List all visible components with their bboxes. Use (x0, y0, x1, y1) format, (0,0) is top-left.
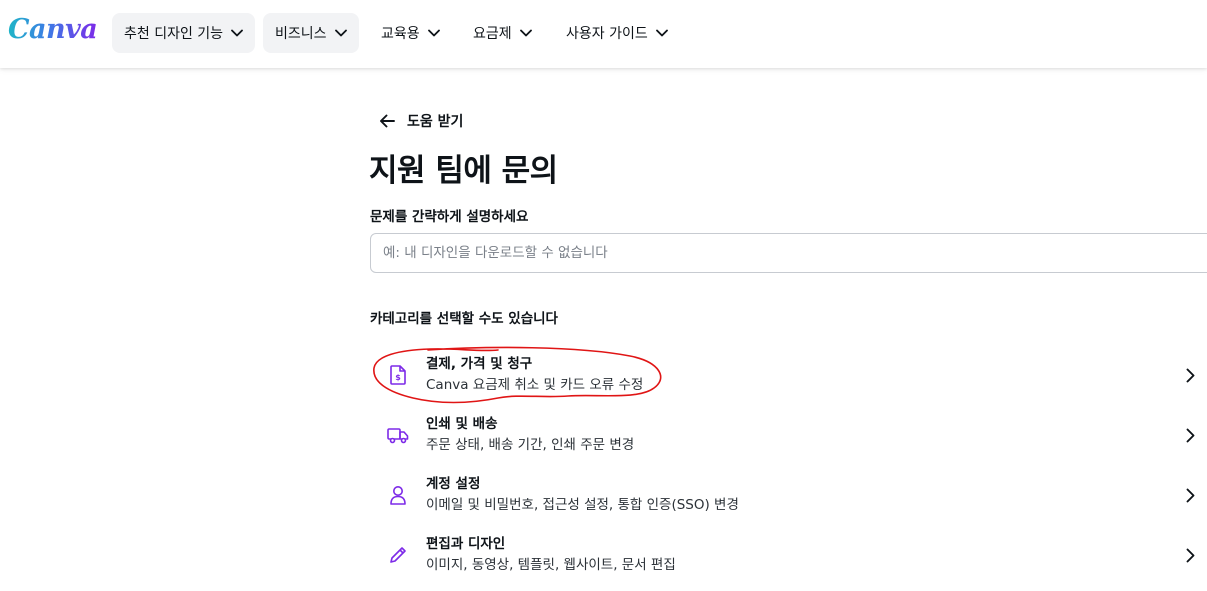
category-title: 결제, 가격 및 청구 (426, 356, 533, 372)
billing-document-icon: $ (386, 363, 410, 387)
back-link-label: 도움 받기 (407, 114, 464, 130)
chevron-down-icon (655, 29, 668, 37)
nav-item-label: 사용자 가이드 (566, 26, 648, 42)
canva-logo[interactable]: Canva (8, 14, 98, 45)
nav-item-label: 요금제 (473, 26, 512, 42)
category-billing[interactable]: $ 결제, 가격 및 청구 Canva 요금제 취소 및 카드 오류 수정 (370, 347, 1207, 405)
back-to-help-link[interactable]: 도움 받기 (378, 110, 463, 132)
category-description: 이미지, 동영상, 템플릿, 웹사이트, 문서 편집 (426, 557, 676, 573)
nav-item-label: 추천 디자인 기능 (124, 26, 224, 42)
nav-featured-design-features[interactable]: 추천 디자인 기능 (112, 13, 256, 53)
person-icon (386, 483, 410, 507)
nav-user-guide[interactable]: 사용자 가이드 (554, 13, 680, 53)
nav-item-label: 비즈니스 (275, 26, 327, 42)
chevron-right-icon (1183, 427, 1197, 443)
chevron-right-icon (1183, 547, 1197, 563)
problem-description-label: 문제를 간략하게 설명하세요 (370, 209, 529, 225)
category-account-settings[interactable]: 계정 설정 이메일 및 비밀번호, 접근성 설정, 통합 인증(SSO) 변경 (370, 467, 1207, 525)
chevron-right-icon (1183, 487, 1197, 503)
chevron-right-icon (1183, 367, 1197, 383)
arrow-left-icon (378, 113, 396, 129)
category-description: 주문 상태, 배송 기간, 인쇄 주문 변경 (426, 437, 635, 453)
category-heading: 카테고리를 선택할 수도 있습니다 (370, 311, 558, 327)
chevron-down-icon (427, 29, 440, 37)
pencil-icon (386, 543, 410, 567)
svg-text:$: $ (395, 373, 401, 382)
problem-description-input[interactable] (370, 233, 1207, 273)
truck-icon (386, 423, 410, 447)
top-navigation-bar: Canva 추천 디자인 기능 비즈니스 교육용 요금제 사용자 가이드 (0, 0, 1207, 68)
category-description: Canva 요금제 취소 및 카드 오류 수정 (426, 377, 644, 393)
category-print-shipping[interactable]: 인쇄 및 배송 주문 상태, 배송 기간, 인쇄 주문 변경 (370, 407, 1207, 465)
chevron-down-icon (519, 29, 532, 37)
nav-business[interactable]: 비즈니스 (263, 13, 359, 53)
category-title: 편집과 디자인 (426, 536, 506, 552)
page-title: 지원 팀에 문의 (369, 153, 558, 189)
chevron-down-icon (334, 29, 347, 37)
category-title: 인쇄 및 배송 (426, 416, 498, 432)
category-editing-design[interactable]: 편집과 디자인 이미지, 동영상, 템플릿, 웹사이트, 문서 편집 (370, 527, 1207, 585)
category-description: 이메일 및 비밀번호, 접근성 설정, 통합 인증(SSO) 변경 (426, 497, 739, 513)
chevron-down-icon (231, 29, 243, 37)
nav-item-label: 교육용 (381, 26, 420, 42)
category-title: 계정 설정 (426, 476, 481, 492)
nav-pricing[interactable]: 요금제 (461, 13, 544, 53)
nav-education[interactable]: 교육용 (369, 13, 452, 53)
